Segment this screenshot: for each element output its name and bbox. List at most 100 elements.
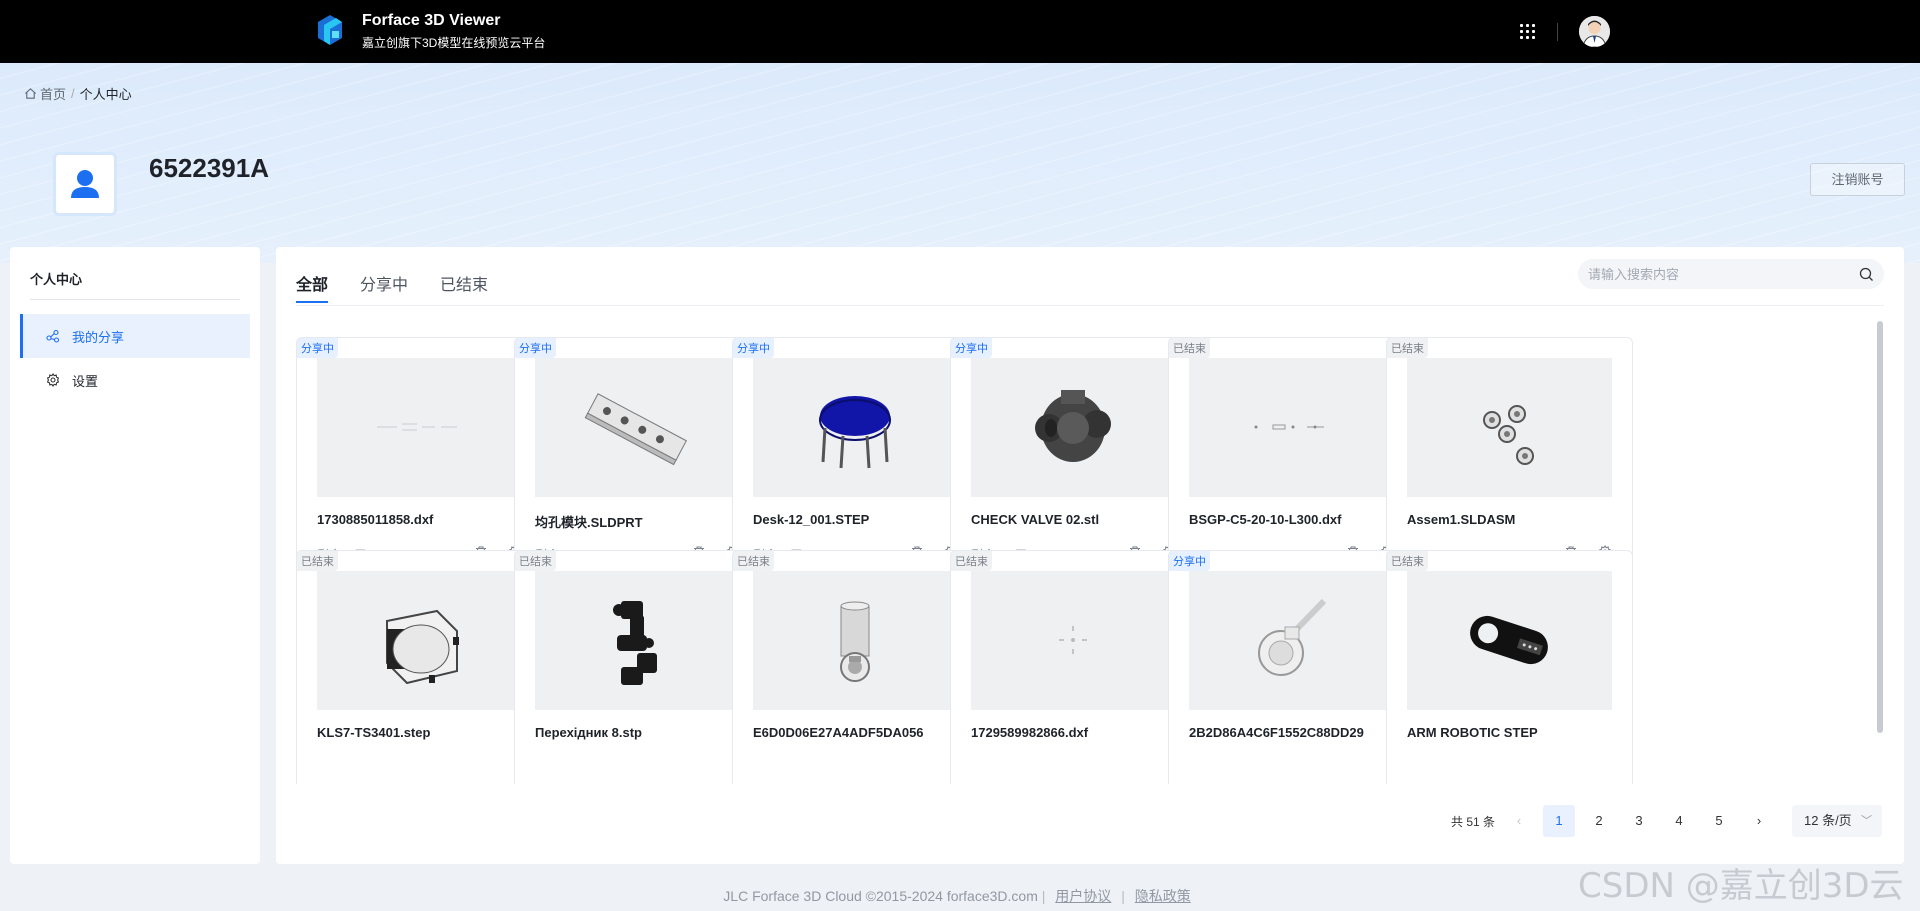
tab-all[interactable]: 全部 [296, 247, 329, 306]
page-5-button[interactable]: 5 [1703, 805, 1735, 837]
sidebar-item-settings[interactable]: 设置 [20, 358, 250, 402]
footer-separator: | [1041, 888, 1046, 904]
status-badge: 已结束 [1387, 338, 1428, 358]
sidebar: 个人中心 我的分享 设置 [10, 247, 260, 864]
share-card[interactable]: 已结束 ARM ROBOTIC STEP [1386, 550, 1633, 784]
model-thumbnail[interactable] [753, 571, 958, 710]
status-badge: 已结束 [951, 551, 992, 571]
search-input[interactable] [1588, 266, 1859, 282]
share-card[interactable]: 已结束 1729589982866.dxf [950, 550, 1197, 784]
share-card[interactable]: 已结束 Assem1.SLDASM [1386, 337, 1633, 581]
main-panel: 全部 分享中 已结束 分享中1730885011858.dxf剩余 6 天分享中… [276, 247, 1904, 864]
status-badge: 已结束 [1387, 551, 1428, 571]
model-thumbnail[interactable] [535, 571, 740, 710]
breadcrumb-current: 个人中心 [79, 87, 132, 102]
footer-copyright: JLC Forface 3D Cloud ©2015-2024 forface3… [723, 888, 1038, 904]
status-badge: 分享中 [515, 338, 556, 358]
file-name: 1730885011858.dxf [317, 512, 434, 527]
status-badge: 已结束 [1169, 338, 1210, 358]
page-size-select[interactable]: 12 条/页 ﹀ [1792, 805, 1882, 837]
model-preview-image [840, 601, 870, 682]
file-name: Desk-12_001.STEP [753, 512, 870, 527]
model-preview-image [1035, 390, 1111, 462]
model-preview-image [819, 396, 891, 469]
brand-subtitle: 嘉立创旗下3D模型在线预览云平台 [362, 36, 546, 50]
share-card[interactable]: 分享中1730885011858.dxf剩余 6 天 [296, 337, 543, 581]
privacy-policy-link[interactable]: 隐私政策 [1135, 888, 1191, 904]
search-icon[interactable] [1859, 267, 1874, 282]
user-avatar-icon [1579, 16, 1610, 47]
model-thumbnail[interactable] [1189, 358, 1394, 497]
tabs-divider [296, 305, 1884, 306]
username: 6522391A [149, 153, 269, 183]
status-badge: 分享中 [1169, 551, 1210, 571]
status-badge: 已结束 [733, 551, 774, 571]
sidebar-item-label: 我的分享 [72, 329, 125, 345]
file-name: Assem1.SLDASM [1407, 512, 1516, 527]
model-thumbnail[interactable] [317, 358, 522, 497]
model-preview-image [1258, 598, 1327, 676]
file-name: CHECK VALVE 02.stl [971, 512, 1100, 527]
brand-title[interactable]: Forface 3D Viewer [362, 12, 500, 30]
next-page-button[interactable]: › [1743, 805, 1775, 837]
share-card[interactable]: 已结束 BSGP-C5-20-10-L300.dxf [1168, 337, 1415, 581]
file-name: E6D0D06E27A4ADF5DA056 [753, 725, 924, 740]
sidebar-item-my-shares[interactable]: 我的分享 [20, 314, 250, 358]
share-card[interactable]: 已结束 KLS7-TS3401.step [296, 550, 543, 784]
share-card[interactable]: 分享中 2B2D86A4C6F1552C88DD29 [1168, 550, 1415, 784]
share-card[interactable]: 已结束 Перехідник 8.stp [514, 550, 761, 784]
cancel-account-button[interactable]: 注销账号 [1810, 163, 1905, 196]
avatar[interactable] [1579, 16, 1610, 47]
file-name: ARM ROBOTIC STEP [1407, 725, 1538, 740]
page-2-button[interactable]: 2 [1583, 805, 1615, 837]
pagination: 共 51 条 ‹ 1 2 3 4 5 › 12 条/页 ﹀ [276, 805, 1904, 837]
scrollbar[interactable] [1877, 321, 1883, 733]
file-name: Перехідник 8.stp [535, 725, 642, 740]
model-thumbnail[interactable] [971, 358, 1176, 497]
model-thumbnail[interactable] [317, 571, 522, 710]
pagination-total: 共 51 条 [1451, 815, 1496, 829]
model-thumbnail[interactable] [971, 571, 1176, 710]
sidebar-item-label: 设置 [72, 373, 99, 389]
forface-logo-icon[interactable] [312, 12, 348, 50]
model-preview-image [377, 423, 457, 431]
status-badge: 分享中 [297, 338, 338, 358]
top-bar: Forface 3D Viewer 嘉立创旗下3D模型在线预览云平台 [0, 0, 1920, 63]
status-badge: 分享中 [951, 338, 992, 358]
share-card[interactable]: 分享中CHECK VALVE 02.stl剩余 28 天 [950, 337, 1197, 581]
share-card[interactable]: 已结束 E6D0D06E27A4ADF5DA056 [732, 550, 979, 784]
breadcrumb-home[interactable]: 首页 [40, 84, 66, 103]
model-thumbnail[interactable] [1189, 571, 1394, 710]
page-1-button[interactable]: 1 [1543, 805, 1575, 837]
model-thumbnail[interactable] [1407, 571, 1612, 710]
model-thumbnail[interactable] [753, 358, 958, 497]
filter-tabs: 全部 分享中 已结束 [296, 247, 520, 306]
chevron-down-icon: ﹀ [1861, 815, 1872, 827]
share-card[interactable]: 分享中均孔模块.SLDPRT剩余 01 : 25 : 22 [514, 337, 761, 581]
sidebar-title: 个人中心 [30, 272, 83, 287]
apps-grid-icon[interactable] [1520, 24, 1536, 40]
file-name: 1729589982866.dxf [971, 725, 1089, 740]
model-preview-image [613, 601, 657, 685]
model-preview-image [1470, 615, 1548, 665]
page-3-button[interactable]: 3 [1623, 805, 1655, 837]
prev-page-button[interactable]: ‹ [1503, 805, 1535, 837]
top-divider [1557, 23, 1558, 41]
share-icon [46, 329, 60, 343]
sidebar-divider [30, 299, 240, 300]
home-icon [25, 88, 36, 99]
file-name: KLS7-TS3401.step [317, 725, 431, 740]
breadcrumb-separator: / [71, 86, 75, 101]
tab-sharing[interactable]: 分享中 [360, 247, 408, 306]
share-card[interactable]: 分享中Desk-12_001.STEP剩余 5 天 [732, 337, 979, 581]
model-preview-image [1483, 405, 1534, 465]
user-agreement-link[interactable]: 用户协议 [1055, 888, 1111, 904]
status-badge: 已结束 [297, 551, 338, 571]
model-preview-image [1059, 626, 1087, 654]
model-thumbnail[interactable] [1407, 358, 1612, 497]
gear-icon [46, 373, 60, 387]
page-4-button[interactable]: 4 [1663, 805, 1695, 837]
model-thumbnail[interactable] [535, 358, 740, 497]
search-box [1578, 259, 1884, 289]
tab-ended[interactable]: 已结束 [440, 247, 488, 306]
